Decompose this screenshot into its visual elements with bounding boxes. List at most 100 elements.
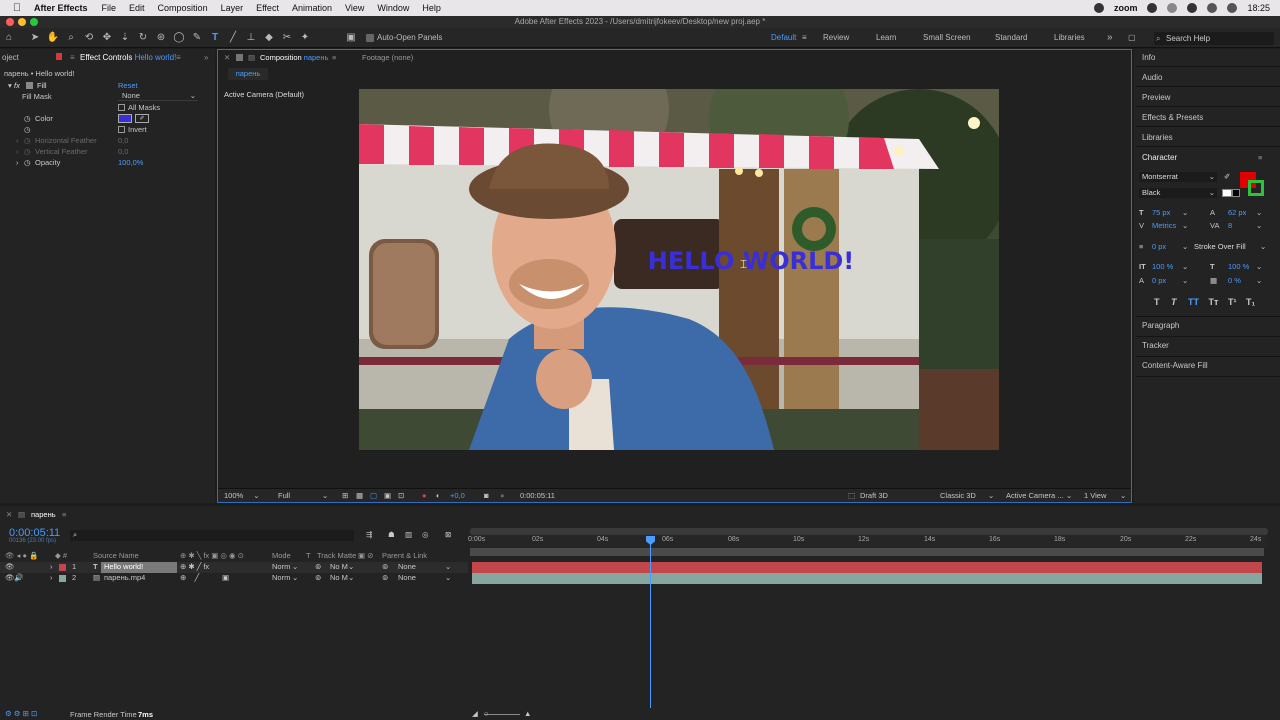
snapshot-icon[interactable]: ◙ [484, 491, 489, 500]
search-help-field[interactable]: ⌕ Search Help [1154, 32, 1274, 45]
workspace-small-screen[interactable]: Small Screen [923, 28, 971, 48]
rotate-tool-icon[interactable]: ↻ [136, 31, 150, 45]
graph-editor-icon[interactable]: ⊠ [445, 530, 451, 539]
opacity-value[interactable]: 100,0% [118, 158, 143, 167]
layer-search-input[interactable]: ⌕ [70, 530, 354, 541]
zoom-slider-handle[interactable]: ○ [484, 709, 489, 718]
small-caps-icon[interactable]: Tт [1209, 297, 1219, 307]
close-icon[interactable] [6, 18, 14, 26]
exposure-icon[interactable]: ◐ [436, 491, 441, 500]
audio-icon[interactable]: 🔊 [14, 573, 23, 582]
toggle-panel-icon[interactable]: ▢ [1128, 28, 1140, 48]
libraries-panel[interactable]: Libraries [1142, 133, 1173, 142]
wifi-icon[interactable] [1187, 3, 1198, 13]
layer-label-color[interactable] [59, 564, 66, 571]
workspace-standard[interactable]: Standard [995, 28, 1027, 48]
track-matte-header[interactable]: Track Matte [317, 551, 356, 560]
workspace-default[interactable]: Default [771, 28, 796, 48]
time-navigator[interactable] [470, 528, 1268, 535]
lock-icon[interactable] [236, 54, 243, 61]
hand-tool-icon[interactable]: ✋ [46, 31, 60, 45]
kerning-value[interactable]: Metrics [1152, 221, 1176, 230]
stopwatch-icon[interactable]: ◷ [24, 147, 31, 156]
source-name-header[interactable]: Source Name [93, 551, 139, 560]
draft3d-label[interactable]: Draft 3D [860, 491, 888, 500]
chevron-down-icon[interactable]: ⌄ [292, 573, 298, 582]
stroke-color-swatch[interactable] [1248, 180, 1264, 196]
composition-viewer[interactable]: HELLO WORLD! ⌶ [359, 89, 999, 450]
zoom-tool-icon[interactable]: ⌕ [64, 31, 78, 45]
renderer-dropdown[interactable]: Classic 3D ⌄ [940, 491, 996, 500]
composition-icon[interactable]: ▤ [248, 53, 255, 62]
show-snapshot-icon[interactable]: ● [500, 491, 505, 500]
shy-layers-icon[interactable]: ☗ [388, 530, 395, 539]
workspace-libraries[interactable]: Libraries [1054, 28, 1085, 48]
font-family-dropdown[interactable]: Montserrat ⌄ [1139, 172, 1217, 182]
footer-toggle-icons[interactable]: ⚙ ⚙ ⊞ ⊡ [5, 709, 37, 718]
type-tool-icon[interactable]: T [208, 31, 222, 45]
timeline-lock-icon[interactable]: ▤ [18, 510, 25, 519]
stopwatch-icon[interactable]: ◷ [24, 114, 31, 123]
zoom-slider[interactable] [484, 714, 520, 715]
comp-flowchart-icon[interactable]: ⇶ [366, 530, 372, 539]
comp-navigator-button[interactable]: парень [228, 68, 268, 80]
magnification-dropdown[interactable]: 100% ⌄ [224, 491, 264, 500]
zoom-out-icon[interactable]: ◢ [472, 709, 478, 718]
exposure-value[interactable]: +0,0 [450, 491, 465, 500]
maximize-icon[interactable] [30, 18, 38, 26]
chevron-down-icon[interactable]: ⌄ [1256, 208, 1262, 217]
v-feather-value[interactable]: 0,0 [118, 147, 128, 156]
chevron-down-icon[interactable]: ⌄ [1182, 242, 1188, 251]
matte-icon[interactable]: ⊚ [315, 573, 321, 582]
pan-behind-icon[interactable]: ⊛ [154, 31, 168, 45]
layer-row[interactable]: 👁 🔊 › 2 ▤ парень.mp4 ⊕ ╱ ▣ Norm ⌄ ⊚ No M… [0, 573, 468, 584]
effect-controls-tab[interactable]: Effect Controls Hello world! [80, 53, 176, 62]
layer-mode-dropdown[interactable]: Norm [272, 562, 290, 571]
stopwatch-icon[interactable]: ◷ [24, 136, 31, 145]
mask-view-icon[interactable]: ▢ [370, 491, 377, 500]
close-tab-icon[interactable]: ✕ [6, 510, 12, 519]
baseline-value[interactable]: 0 px [1152, 276, 1166, 285]
chevron-down-icon[interactable]: ⌄ [292, 562, 298, 571]
effects-presets-panel[interactable]: Effects & Presets [1142, 113, 1203, 122]
all-masks-checkbox[interactable] [118, 104, 125, 111]
stopwatch-icon[interactable]: ◷ [24, 125, 31, 134]
frame-blending-icon[interactable]: ▥ [405, 530, 412, 539]
chevron-down-icon[interactable]: ⌄ [1182, 221, 1188, 230]
hello-world-text[interactable]: HELLO WORLD! [648, 247, 854, 275]
tracking-value[interactable]: 8 [1228, 221, 1232, 230]
chevron-down-icon[interactable]: ⌄ [1182, 276, 1188, 285]
expand-icon[interactable]: › [16, 147, 19, 156]
eyedropper-icon[interactable]: ✐ [135, 114, 149, 123]
chevron-down-icon[interactable]: ⌄ [1256, 276, 1262, 285]
selection-tool-icon[interactable]: ➤ [28, 31, 42, 45]
black-swatch-icon[interactable] [1232, 189, 1240, 197]
layer-parent-dropdown[interactable]: None [398, 573, 416, 582]
status-icon[interactable] [1093, 3, 1104, 13]
layer-switches-icon[interactable]: ⊕ ✱ ╱ fx [180, 562, 209, 571]
all-caps-icon[interactable]: TT [1188, 297, 1199, 307]
panel-toggle-icon[interactable]: ▣ [344, 31, 358, 45]
expand-fill-icon[interactable]: ▾ [8, 81, 12, 90]
chevron-down-icon[interactable]: ⌄ [445, 562, 451, 571]
layer-name[interactable]: парень.mp4 [104, 573, 145, 582]
timeline-tab[interactable]: парень [31, 510, 56, 519]
chevron-down-icon[interactable]: ⌄ [445, 573, 451, 582]
region-icon[interactable]: ⊞ [342, 491, 348, 500]
orbit-tool-icon[interactable]: ⟲ [82, 31, 96, 45]
mode-header[interactable]: Mode [272, 551, 291, 560]
control-center-icon[interactable] [1227, 3, 1238, 13]
guides-icon[interactable]: ▣ [384, 491, 391, 500]
chevron-down-icon[interactable]: ⌄ [348, 573, 354, 582]
layer-label-color[interactable] [59, 575, 66, 582]
content-aware-fill-panel[interactable]: Content-Aware Fill [1142, 361, 1208, 370]
workspace-learn[interactable]: Learn [876, 28, 896, 48]
apple-icon[interactable]:  [0, 2, 34, 14]
superscript-icon[interactable]: T¹ [1228, 297, 1237, 307]
eye-icon[interactable]: 👁 [5, 562, 15, 571]
info-panel[interactable]: Info [1142, 53, 1155, 62]
faux-bold-icon[interactable]: T [1154, 297, 1160, 307]
layer-matte-dropdown[interactable]: No M [330, 573, 348, 582]
h-feather-value[interactable]: 0,0 [118, 136, 128, 145]
channel-icon[interactable]: ● [422, 491, 427, 500]
